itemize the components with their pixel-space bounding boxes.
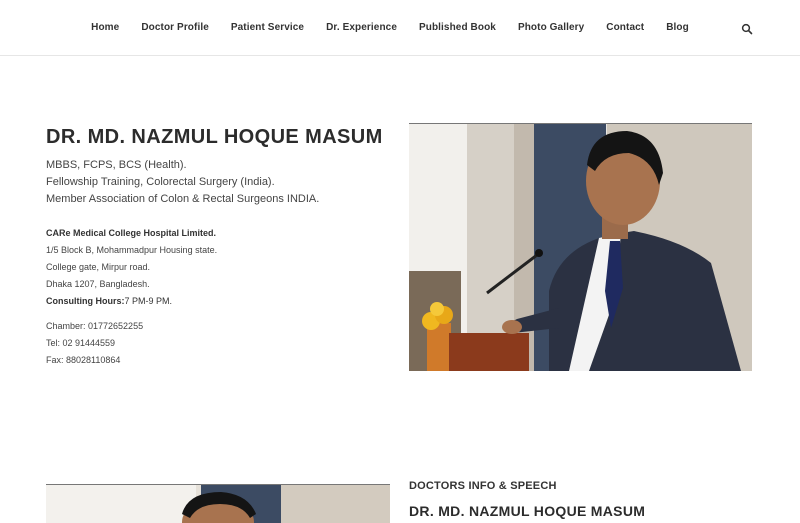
doctor-name-heading: DR. MD. NAZMUL HOQUE MASUM <box>46 126 383 148</box>
chamber-phone: Chamber: 01772652255 <box>46 321 144 331</box>
info-doctor-name: DR. MD. NAZMUL HOQUE MASUM <box>409 503 646 519</box>
nav-item-published-book[interactable]: Published Book <box>419 21 496 35</box>
doctor-photo-illustration <box>409 123 752 371</box>
nav-item-contact[interactable]: Contact <box>606 21 644 35</box>
doctors-info-heading: DOCTORS INFO & SPEECH <box>409 480 557 492</box>
qualification-line: Fellowship Training, Colorectal Surgery … <box>46 176 275 188</box>
hospital-name: CARe Medical College Hospital Limited. <box>46 228 217 238</box>
address-line: 1/5 Block B, Mohammadpur Housing state. <box>46 245 218 255</box>
doctor-photo-preview-illustration <box>46 484 390 523</box>
telephone: Tel: 02 91444559 <box>46 338 116 348</box>
nav-item-doctor-profile[interactable]: Doctor Profile <box>141 21 209 35</box>
contact-numbers: Chamber: 01772652255 Tel: 02 91444559 Fa… <box>46 318 143 369</box>
nav-item-blog[interactable]: Blog <box>666 21 689 35</box>
qualification-line: Member Association of Colon & Rectal Sur… <box>46 193 320 205</box>
nav-item-dr-experience[interactable]: Dr. Experience <box>326 21 397 35</box>
address-line: Dhaka 1207, Bangladesh. <box>46 279 150 289</box>
hospital-address: CARe Medical College Hospital Limited. 1… <box>46 225 217 310</box>
nav-item-photo-gallery[interactable]: Photo Gallery <box>518 21 584 35</box>
qualifications: MBBS, FCPS, BCS (Health). Fellowship Tra… <box>46 157 319 208</box>
consulting-hours-value: 7 PM-9 PM. <box>124 296 173 306</box>
doctor-speaking-photo <box>409 123 752 371</box>
fax: Fax: 88028110864 <box>46 355 121 365</box>
nav-item-patient-service[interactable]: Patient Service <box>231 21 304 35</box>
main-navbar: Home Doctor Profile Patient Service Dr. … <box>0 0 800 56</box>
photo-top-rule <box>46 484 390 485</box>
address-line: College gate, Mirpur road. <box>46 262 151 272</box>
photo-top-rule <box>409 123 752 124</box>
doctor-photo-preview <box>46 484 390 523</box>
consulting-hours-label: Consulting Hours: <box>46 296 125 306</box>
qualification-line: MBBS, FCPS, BCS (Health). <box>46 159 187 171</box>
nav-item-home[interactable]: Home <box>91 21 119 35</box>
search-icon[interactable] <box>741 22 753 35</box>
consulting-hours: Consulting Hours:7 PM-9 PM. <box>46 293 217 310</box>
nav-menu: Home Doctor Profile Patient Service Dr. … <box>0 21 800 35</box>
